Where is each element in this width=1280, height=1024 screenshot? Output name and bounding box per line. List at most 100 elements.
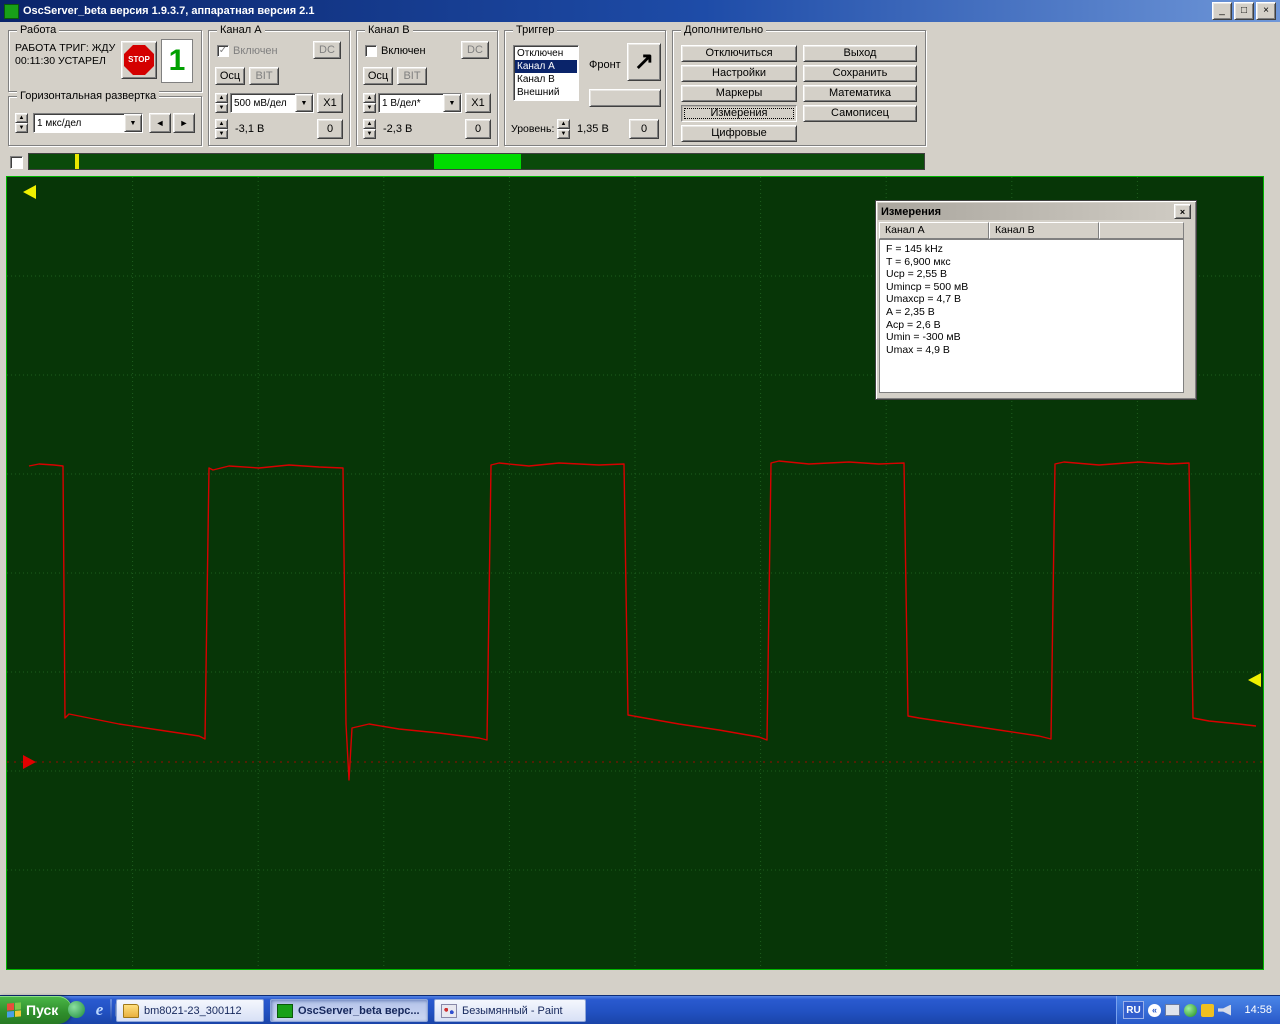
folder-icon: [123, 1004, 139, 1018]
measurements-titlebar[interactable]: Измерения ×: [878, 203, 1194, 220]
close-icon[interactable]: ×: [1174, 204, 1191, 219]
marker-yellow-left-top[interactable]: [23, 185, 36, 199]
spin-up-icon[interactable]: ▲: [363, 119, 376, 129]
position-marker[interactable]: [75, 154, 79, 169]
channel-a-dc-button[interactable]: DC: [313, 41, 341, 59]
group-channel-b-label: Канал В: [365, 24, 413, 36]
channel-b-zero-button[interactable]: 0: [465, 119, 491, 139]
measurement-row: Аср = 2,6 В: [886, 319, 1183, 332]
sweep-right-button[interactable]: ►: [173, 113, 195, 133]
group-work-label: Работа: [17, 24, 59, 36]
trigger-zero-button[interactable]: 0: [629, 119, 659, 139]
column-header-channel-a[interactable]: Канал А: [879, 222, 989, 239]
tray-update-icon[interactable]: [1201, 1004, 1214, 1017]
start-button[interactable]: Пуск: [0, 996, 72, 1024]
channel-b-scale-spinner[interactable]: ▲ ▼: [363, 93, 376, 113]
task-button-oscserver[interactable]: OscServer_beta верс...: [270, 999, 428, 1022]
spin-up-icon[interactable]: ▲: [215, 119, 228, 129]
checkbox-box: ✓: [217, 45, 229, 57]
maximize-button[interactable]: □: [1234, 2, 1254, 20]
trigger-source-option[interactable]: Внешний: [515, 86, 577, 99]
chevron-down-icon[interactable]: ▼: [124, 114, 142, 132]
column-header-channel-b[interactable]: Канал В: [989, 222, 1099, 239]
language-indicator[interactable]: RU: [1123, 1001, 1144, 1019]
trigger-source-option-selected[interactable]: Канал А: [515, 60, 577, 73]
group-channel-a: Канал А ✓ Включен DC Осц BIT ▲ ▼ 500 мВ/…: [208, 30, 350, 146]
chevron-down-icon[interactable]: ▼: [443, 94, 461, 112]
math-button[interactable]: Математика: [803, 85, 917, 102]
group-trigger: Триггер Отключен Канал А Канал В Внешний…: [504, 30, 666, 146]
spin-up-icon[interactable]: ▲: [557, 119, 570, 129]
trigger-level-spinner[interactable]: ▲ ▼: [557, 119, 570, 139]
edge-arrow-icon: ↗: [634, 50, 654, 74]
windows-logo-icon: [7, 1002, 21, 1017]
spin-down-icon[interactable]: ▼: [363, 129, 376, 139]
position-bar[interactable]: [28, 153, 925, 170]
stop-button[interactable]: STOP: [121, 41, 157, 79]
close-button[interactable]: ×: [1256, 2, 1276, 20]
digital-button[interactable]: Цифровые: [681, 125, 797, 142]
trigger-level-label: Уровень:: [511, 123, 554, 135]
spin-up-icon[interactable]: ▲: [15, 113, 28, 123]
trigger-extra-button[interactable]: [589, 89, 661, 107]
exit-button[interactable]: Выход: [803, 45, 917, 62]
trigger-source-option[interactable]: Канал В: [515, 73, 577, 86]
channel-a-zero-button[interactable]: 0: [317, 119, 343, 139]
spin-down-icon[interactable]: ▼: [557, 129, 570, 139]
task-button-folder[interactable]: bm8021-23_300112: [116, 999, 264, 1022]
channel-b-enabled-label: Включен: [381, 45, 426, 57]
channel-a-scale-spinner[interactable]: ▲ ▼: [215, 93, 228, 113]
spin-down-icon[interactable]: ▼: [15, 123, 28, 133]
task-button-paint[interactable]: Безымянный - Paint: [434, 999, 586, 1022]
channel-a-offset-spinner[interactable]: ▲ ▼: [215, 119, 228, 139]
position-checkbox[interactable]: [10, 156, 23, 169]
browser-globe-icon[interactable]: [68, 1001, 85, 1018]
trigger-source-option[interactable]: Отключен: [515, 47, 577, 60]
group-trigger-label: Триггер: [513, 24, 557, 36]
marker-yellow-right[interactable]: [1248, 673, 1261, 687]
channel-a-enabled-label: Включен: [233, 45, 278, 57]
channel-b-scale-select[interactable]: 1 В/дел* ▼: [378, 93, 462, 113]
spin-down-icon[interactable]: ▼: [215, 103, 228, 113]
spin-down-icon[interactable]: ▼: [363, 103, 376, 113]
tray-volume-icon[interactable]: [1218, 1004, 1231, 1017]
tray-network-icon[interactable]: [1184, 1004, 1197, 1017]
minimize-button[interactable]: _: [1212, 2, 1232, 20]
paint-icon: [441, 1004, 457, 1018]
taskbar-separator: [110, 999, 112, 1022]
channel-a-bit-button[interactable]: BIT: [249, 67, 279, 85]
channel-b-dc-button[interactable]: DC: [461, 41, 489, 59]
chevron-down-icon[interactable]: ▼: [295, 94, 313, 112]
window-title: OscServer_beta версия 1.9.3.7, аппаратна…: [23, 5, 314, 17]
tray-chevron-icon[interactable]: «: [1148, 1004, 1161, 1017]
marker-red-ground[interactable]: [23, 755, 36, 769]
channel-a-enabled-checkbox[interactable]: ✓ Включен: [217, 45, 278, 57]
tray-keyboard-icon[interactable]: [1165, 1004, 1180, 1016]
channel-a-gain-button[interactable]: X1: [317, 93, 343, 113]
channel-b-bit-button[interactable]: BIT: [397, 67, 427, 85]
channel-a-scale-select[interactable]: 500 мВ/дел ▼: [230, 93, 314, 113]
sweep-left-button[interactable]: ◄: [149, 113, 171, 133]
measurements-button[interactable]: Измерения: [681, 105, 797, 122]
spin-up-icon[interactable]: ▲: [363, 93, 376, 103]
disconnect-button[interactable]: Отключиться: [681, 45, 797, 62]
channel-b-offset-spinner[interactable]: ▲ ▼: [363, 119, 376, 139]
channel-b-gain-button[interactable]: X1: [465, 93, 491, 113]
sweep-spinner[interactable]: ▲ ▼: [15, 113, 28, 133]
position-window[interactable]: [434, 154, 521, 169]
recorder-button[interactable]: Самописец: [803, 105, 917, 122]
spin-up-icon[interactable]: ▲: [215, 93, 228, 103]
trigger-source-list[interactable]: Отключен Канал А Канал В Внешний: [513, 45, 579, 101]
channel-a-osc-button[interactable]: Осц: [215, 67, 245, 85]
trigger-edge-button[interactable]: ↗: [627, 43, 661, 81]
measurement-row: Uminср = 500 мВ: [886, 281, 1183, 294]
internet-explorer-icon[interactable]: e: [91, 1001, 108, 1018]
markers-button[interactable]: Маркеры: [681, 85, 797, 102]
measurement-row: F = 145 kHz: [886, 243, 1183, 256]
spin-down-icon[interactable]: ▼: [215, 129, 228, 139]
sweep-select[interactable]: 1 мкс/дел ▼: [33, 113, 143, 133]
channel-b-osc-button[interactable]: Осц: [363, 67, 393, 85]
channel-b-enabled-checkbox[interactable]: Включен: [365, 45, 426, 57]
save-button[interactable]: Сохранить: [803, 65, 917, 82]
settings-button[interactable]: Настройки: [681, 65, 797, 82]
